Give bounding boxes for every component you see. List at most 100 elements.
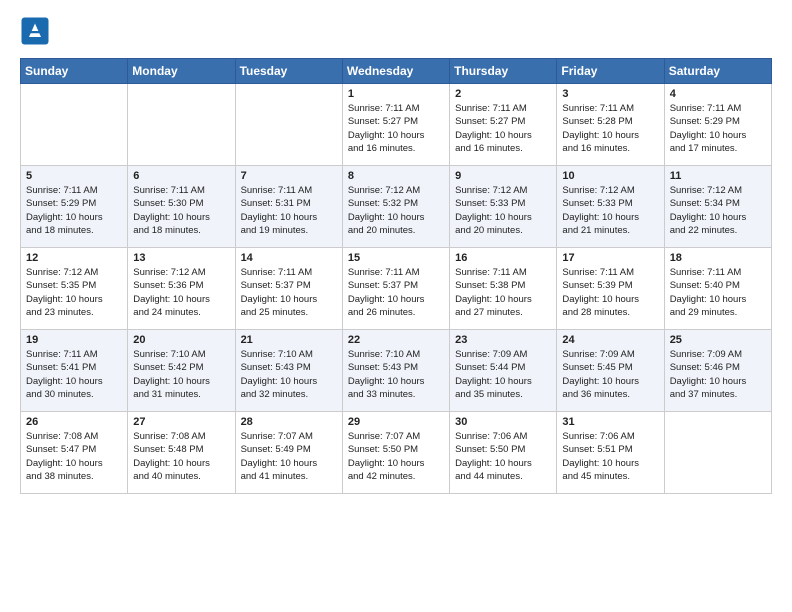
calendar-cell: 19Sunrise: 7:11 AMSunset: 5:41 PMDayligh… bbox=[21, 330, 128, 412]
info-line: Daylight: 10 hours bbox=[241, 212, 318, 223]
calendar-week-2: 5Sunrise: 7:11 AMSunset: 5:29 PMDaylight… bbox=[21, 166, 772, 248]
calendar-week-3: 12Sunrise: 7:12 AMSunset: 5:35 PMDayligh… bbox=[21, 248, 772, 330]
info-line: Daylight: 10 hours bbox=[241, 376, 318, 387]
info-line: and 32 minutes. bbox=[241, 389, 309, 400]
info-line: Sunset: 5:45 PM bbox=[562, 362, 632, 373]
calendar-week-5: 26Sunrise: 7:08 AMSunset: 5:47 PMDayligh… bbox=[21, 412, 772, 494]
info-line: Sunrise: 7:12 AM bbox=[133, 267, 205, 278]
day-number: 8 bbox=[348, 170, 444, 182]
calendar-cell: 9Sunrise: 7:12 AMSunset: 5:33 PMDaylight… bbox=[450, 166, 557, 248]
col-thursday: Thursday bbox=[450, 59, 557, 84]
day-number: 25 bbox=[670, 334, 766, 346]
info-line: Daylight: 10 hours bbox=[562, 130, 639, 141]
day-number: 27 bbox=[133, 416, 229, 428]
day-number: 17 bbox=[562, 252, 658, 264]
calendar-cell: 16Sunrise: 7:11 AMSunset: 5:38 PMDayligh… bbox=[450, 248, 557, 330]
day-info: Sunrise: 7:06 AMSunset: 5:51 PMDaylight:… bbox=[562, 430, 658, 483]
logo-icon bbox=[20, 16, 50, 46]
day-number: 22 bbox=[348, 334, 444, 346]
day-info: Sunrise: 7:07 AMSunset: 5:49 PMDaylight:… bbox=[241, 430, 337, 483]
info-line: and 20 minutes. bbox=[455, 225, 523, 236]
day-number: 31 bbox=[562, 416, 658, 428]
info-line: Daylight: 10 hours bbox=[133, 212, 210, 223]
info-line: Daylight: 10 hours bbox=[348, 458, 425, 469]
day-number: 13 bbox=[133, 252, 229, 264]
info-line: Sunset: 5:32 PM bbox=[348, 198, 418, 209]
info-line: Sunset: 5:30 PM bbox=[133, 198, 203, 209]
info-line: Sunrise: 7:11 AM bbox=[241, 267, 313, 278]
calendar-cell: 20Sunrise: 7:10 AMSunset: 5:42 PMDayligh… bbox=[128, 330, 235, 412]
info-line: Sunrise: 7:09 AM bbox=[670, 349, 742, 360]
info-line: Sunset: 5:33 PM bbox=[455, 198, 525, 209]
calendar-cell: 13Sunrise: 7:12 AMSunset: 5:36 PMDayligh… bbox=[128, 248, 235, 330]
calendar-cell: 21Sunrise: 7:10 AMSunset: 5:43 PMDayligh… bbox=[235, 330, 342, 412]
calendar-cell: 3Sunrise: 7:11 AMSunset: 5:28 PMDaylight… bbox=[557, 84, 664, 166]
info-line: and 38 minutes. bbox=[26, 471, 94, 482]
calendar-cell: 31 Sunrise: 7:06 AMSunset: 5:51 PMDayligh… bbox=[557, 412, 664, 494]
col-tuesday: Tuesday bbox=[235, 59, 342, 84]
day-number: 15 bbox=[348, 252, 444, 264]
info-line: and 36 minutes. bbox=[562, 389, 630, 400]
info-line: Sunrise: 7:07 AM bbox=[241, 431, 313, 442]
info-line: Sunset: 5:40 PM bbox=[670, 280, 740, 291]
calendar-cell: 1Sunrise: 7:11 AMSunset: 5:27 PMDaylight… bbox=[342, 84, 449, 166]
page-container: Sunday Monday Tuesday Wednesday Thursday… bbox=[0, 0, 792, 504]
calendar-cell bbox=[21, 84, 128, 166]
day-number: 30 bbox=[455, 416, 551, 428]
info-line: and 16 minutes. bbox=[562, 143, 630, 154]
calendar-cell: 4Sunrise: 7:11 AMSunset: 5:29 PMDaylight… bbox=[664, 84, 771, 166]
info-line: and 24 minutes. bbox=[133, 307, 201, 318]
calendar-cell bbox=[664, 412, 771, 494]
calendar-cell: 2Sunrise: 7:11 AMSunset: 5:27 PMDaylight… bbox=[450, 84, 557, 166]
info-line: Daylight: 10 hours bbox=[26, 294, 103, 305]
day-number: 10 bbox=[562, 170, 658, 182]
info-line: Sunset: 5:27 PM bbox=[455, 116, 525, 127]
info-line: Daylight: 10 hours bbox=[562, 294, 639, 305]
day-number: 29 bbox=[348, 416, 444, 428]
calendar-cell: 23Sunrise: 7:09 AMSunset: 5:44 PMDayligh… bbox=[450, 330, 557, 412]
calendar-week-4: 19Sunrise: 7:11 AMSunset: 5:41 PMDayligh… bbox=[21, 330, 772, 412]
info-line: and 29 minutes. bbox=[670, 307, 738, 318]
day-info: Sunrise: 7:11 AMSunset: 5:27 PMDaylight:… bbox=[455, 102, 551, 155]
info-line: Sunset: 5:43 PM bbox=[348, 362, 418, 373]
day-info: Sunrise: 7:08 AMSunset: 5:47 PMDaylight:… bbox=[26, 430, 122, 483]
info-line: Sunset: 5:49 PM bbox=[241, 444, 311, 455]
calendar-cell bbox=[235, 84, 342, 166]
info-line: Sunrise: 7:06 AM bbox=[455, 431, 527, 442]
calendar-cell: 24Sunrise: 7:09 AMSunset: 5:45 PMDayligh… bbox=[557, 330, 664, 412]
day-info: Sunrise: 7:11 AMSunset: 5:28 PMDaylight:… bbox=[562, 102, 658, 155]
info-line: Daylight: 10 hours bbox=[455, 458, 532, 469]
info-line: Sunrise: 7:11 AM bbox=[562, 103, 634, 114]
day-info: Sunrise: 7:11 AMSunset: 5:37 PMDaylight:… bbox=[241, 266, 337, 319]
day-number: 1 bbox=[348, 88, 444, 100]
info-line: Sunrise: 7:11 AM bbox=[455, 103, 527, 114]
info-line: Sunrise: 7:06 AM bbox=[562, 431, 634, 442]
day-info: Sunrise: 7:11 AMSunset: 5:37 PMDaylight:… bbox=[348, 266, 444, 319]
info-line: Sunset: 5:48 PM bbox=[133, 444, 203, 455]
calendar-cell: 14Sunrise: 7:11 AMSunset: 5:37 PMDayligh… bbox=[235, 248, 342, 330]
calendar-cell bbox=[128, 84, 235, 166]
info-line: Daylight: 10 hours bbox=[455, 212, 532, 223]
info-line: Daylight: 10 hours bbox=[348, 212, 425, 223]
calendar-cell: 11Sunrise: 7:12 AMSunset: 5:34 PMDayligh… bbox=[664, 166, 771, 248]
info-line: Sunset: 5:36 PM bbox=[133, 280, 203, 291]
day-number: 4 bbox=[670, 88, 766, 100]
day-info: Sunrise: 7:10 AMSunset: 5:43 PMDaylight:… bbox=[348, 348, 444, 401]
day-number: 9 bbox=[455, 170, 551, 182]
col-sunday: Sunday bbox=[21, 59, 128, 84]
calendar-cell: 10Sunrise: 7:12 AMSunset: 5:33 PMDayligh… bbox=[557, 166, 664, 248]
col-monday: Monday bbox=[128, 59, 235, 84]
info-line: Daylight: 10 hours bbox=[670, 212, 747, 223]
info-line: Sunrise: 7:10 AM bbox=[133, 349, 205, 360]
day-info: Sunrise: 7:08 AMSunset: 5:48 PMDaylight:… bbox=[133, 430, 229, 483]
calendar-cell: 7Sunrise: 7:11 AMSunset: 5:31 PMDaylight… bbox=[235, 166, 342, 248]
info-line: and 31 minutes. bbox=[133, 389, 201, 400]
info-line: Sunrise: 7:07 AM bbox=[348, 431, 420, 442]
day-number: 11 bbox=[670, 170, 766, 182]
calendar-cell: 5Sunrise: 7:11 AMSunset: 5:29 PMDaylight… bbox=[21, 166, 128, 248]
info-line: Sunrise: 7:08 AM bbox=[133, 431, 205, 442]
info-line: Sunrise: 7:11 AM bbox=[455, 267, 527, 278]
info-line: Daylight: 10 hours bbox=[348, 376, 425, 387]
info-line: and 33 minutes. bbox=[348, 389, 416, 400]
info-line: and 42 minutes. bbox=[348, 471, 416, 482]
